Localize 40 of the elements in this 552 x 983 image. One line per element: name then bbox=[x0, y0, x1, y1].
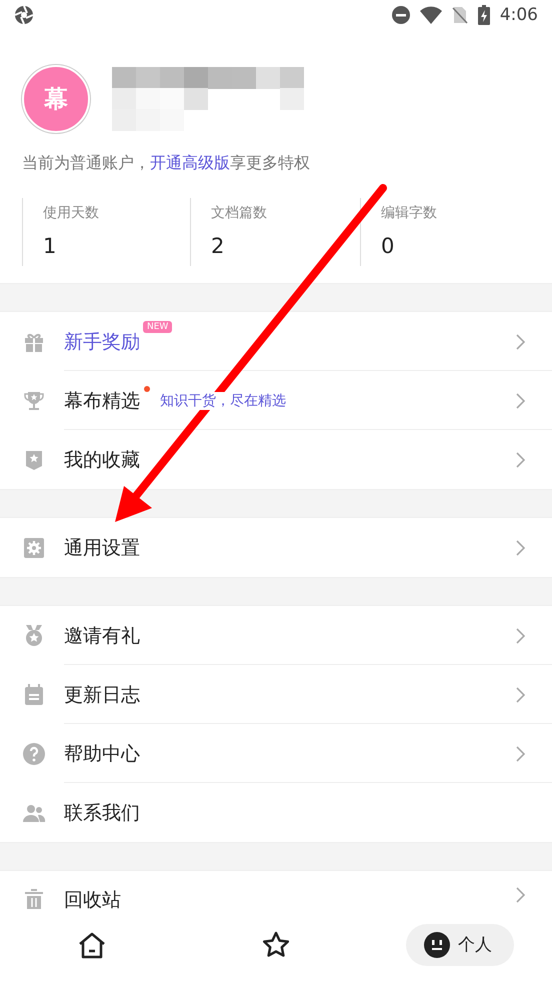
menu-item[interactable]: 更新日志 bbox=[0, 665, 552, 724]
clock-time: 4:06 bbox=[500, 4, 538, 24]
upgrade-link[interactable]: 开通高级版 bbox=[150, 153, 230, 172]
nav-tab[interactable]: 个人 bbox=[406, 924, 514, 966]
menu-item-label: 我的收藏 bbox=[64, 448, 140, 472]
menu-item[interactable]: 我的收藏 bbox=[0, 430, 552, 489]
menu-item-label: 联系我们 bbox=[64, 800, 140, 826]
home-icon bbox=[77, 930, 107, 958]
star-icon bbox=[262, 930, 290, 958]
face-icon bbox=[424, 932, 450, 958]
menu-item[interactable]: 通用设置 bbox=[0, 518, 552, 577]
menu-item-label: 幕布精选 bbox=[64, 388, 140, 414]
menu-item-label: 更新日志 bbox=[64, 682, 140, 708]
stat-value: 1 bbox=[43, 234, 58, 258]
menu-item-label: 通用设置 bbox=[64, 536, 140, 560]
new-badge: NEW bbox=[143, 321, 172, 333]
account-notice: 当前为普通账户，开通高级版享更多特权 bbox=[21, 152, 311, 174]
battery-charging-icon bbox=[478, 4, 490, 24]
menu-item[interactable]: 帮助中心 bbox=[0, 724, 552, 783]
no-sim-icon bbox=[452, 6, 468, 24]
menu-item-label: 回收站 bbox=[64, 888, 121, 913]
menu-item-label: 帮助中心 bbox=[64, 742, 140, 766]
menu-item[interactable]: 新手奖励 NEW bbox=[0, 312, 552, 371]
stat-value: 0 bbox=[381, 234, 396, 258]
menu-item-label: 邀请有礼 bbox=[64, 624, 140, 648]
wifi-icon bbox=[420, 6, 442, 24]
calendar-icon bbox=[22, 682, 46, 706]
menu-item[interactable]: 幕布精选 知识干货，尽在精选 bbox=[0, 371, 552, 430]
menu-item[interactable]: 邀请有礼 bbox=[0, 606, 552, 665]
help-icon bbox=[22, 742, 46, 766]
stat-label: 编辑字数 bbox=[381, 204, 438, 222]
stat-label: 使用天数 bbox=[43, 204, 100, 222]
menu-item[interactable]: 联系我们 bbox=[0, 783, 552, 842]
stat-value: 2 bbox=[211, 234, 226, 258]
menu-item-label: 新手奖励 bbox=[64, 330, 140, 354]
aperture-icon bbox=[14, 4, 34, 24]
stat-label: 文档篇数 bbox=[211, 204, 268, 222]
menu-item-subtitle: 知识干货，尽在精选 bbox=[160, 392, 286, 410]
settings-icon bbox=[22, 536, 46, 560]
do-not-disturb-icon bbox=[392, 6, 410, 24]
